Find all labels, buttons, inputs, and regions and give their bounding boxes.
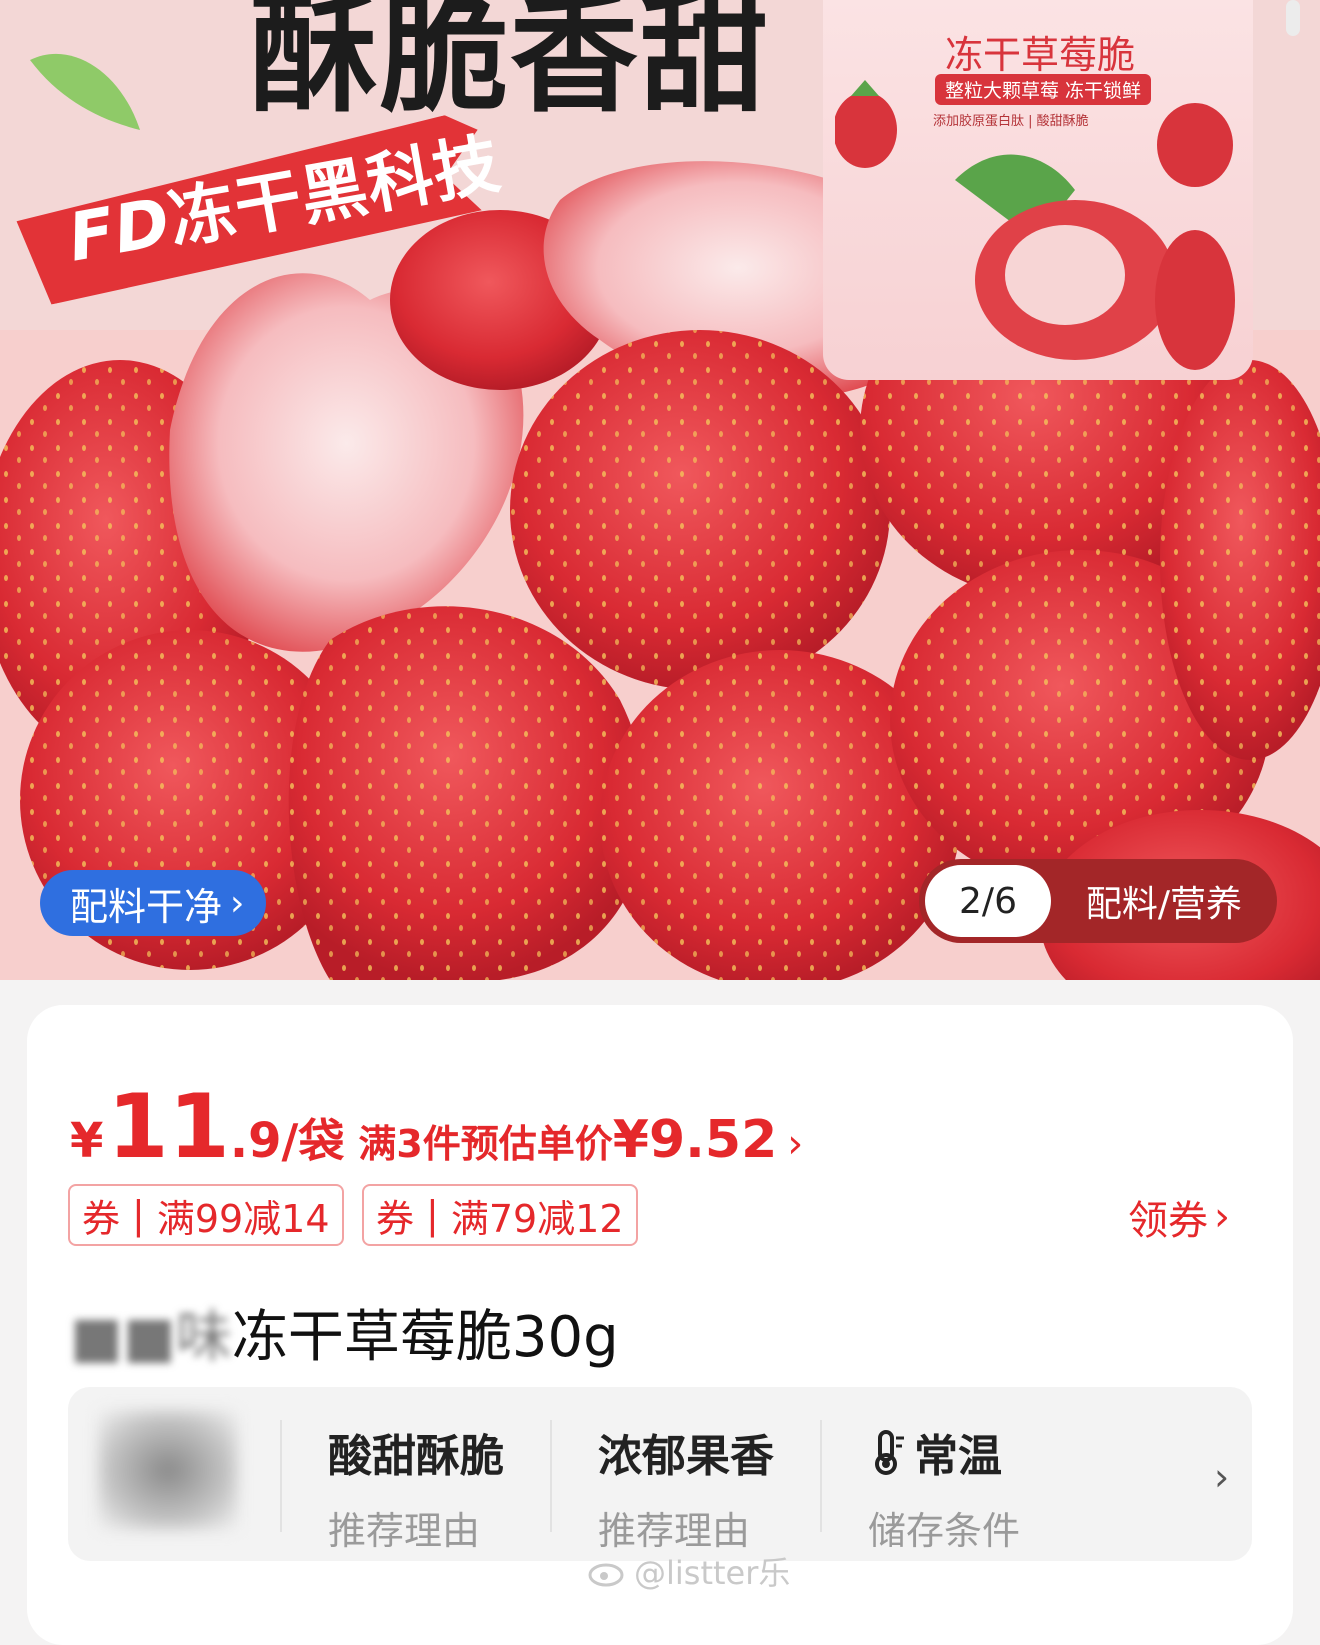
attribute-item: 酸甜酥脆 推荐理由 bbox=[328, 1420, 504, 1555]
bulk-promo-text: 满3件预估单价 bbox=[358, 1122, 613, 1166]
price-decimal: .9 bbox=[229, 1113, 282, 1169]
fd-mark: FD bbox=[62, 183, 177, 277]
blurred-attribute bbox=[98, 1410, 238, 1530]
attribute-item: 常温 储存条件 bbox=[868, 1420, 1020, 1555]
weibo-icon bbox=[588, 1563, 624, 1587]
coupon-chip[interactable]: 券 | 满99减14 bbox=[68, 1184, 344, 1246]
package-title: 冻干草莓脆 bbox=[945, 33, 1136, 77]
chevron-right-icon[interactable]: › bbox=[1214, 1455, 1229, 1499]
get-coupon-button[interactable]: 领券 › bbox=[1128, 1188, 1230, 1246]
scrollbar[interactable] bbox=[1286, 0, 1300, 36]
package-subtitle: 整粒大颗草莓 冻干锁鲜 bbox=[935, 74, 1152, 105]
attribute-divider bbox=[820, 1420, 822, 1532]
bulk-promo-price: ¥9.52 bbox=[612, 1110, 778, 1170]
watermark-text: @listter乐 bbox=[634, 1554, 791, 1592]
price-integer: 11 bbox=[107, 1075, 230, 1178]
product-image-carousel[interactable]: 冻干草莓脆 整粒大颗草莓 冻干锁鲜 添加胶原蛋白肽 | 酸甜酥脆 酥脆香甜 FD… bbox=[0, 0, 1320, 980]
coupon-divider: | bbox=[426, 1193, 439, 1237]
attribute-value: 浓郁果香 bbox=[598, 1431, 774, 1482]
tab-ingredients-nutrition[interactable]: 配料/营养 bbox=[1051, 875, 1277, 927]
product-title: ■■味冻干草莓脆30g bbox=[70, 1292, 619, 1373]
thermometer-icon bbox=[875, 1430, 904, 1475]
get-coupon-label: 领券 bbox=[1128, 1198, 1208, 1244]
pager-count[interactable]: 2/6 bbox=[925, 865, 1051, 937]
coupon-text: 满99减14 bbox=[156, 1196, 330, 1241]
price-currency: ¥ bbox=[70, 1113, 104, 1169]
hero-headline: 酥脆香甜 bbox=[250, 0, 771, 130]
attribute-label: 推荐理由 bbox=[328, 1509, 481, 1553]
coupon-tag: 券 bbox=[82, 1196, 121, 1241]
attribute-divider bbox=[280, 1420, 282, 1532]
attribute-value-row: 常温 bbox=[868, 1420, 1020, 1484]
coupon-text: 满79减12 bbox=[450, 1196, 624, 1241]
attribute-value: 酸甜酥脆 bbox=[328, 1431, 504, 1482]
attribute-divider bbox=[550, 1420, 552, 1532]
chevron-right-icon: › bbox=[230, 882, 245, 924]
ingredients-pill-label: 配料干净 bbox=[70, 884, 223, 929]
chevron-right-icon: › bbox=[1214, 1194, 1230, 1240]
chevron-right-icon: › bbox=[787, 1121, 804, 1167]
attribute-value: 常温 bbox=[914, 1431, 1002, 1482]
attribute-item: 浓郁果香 推荐理由 bbox=[598, 1420, 774, 1555]
coupon-chip[interactable]: 券 | 满79减12 bbox=[362, 1184, 638, 1246]
attribute-label: 推荐理由 bbox=[598, 1509, 751, 1553]
ingredients-clean-pill[interactable]: 配料干净 › bbox=[40, 870, 267, 936]
image-pager[interactable]: 2/6 配料/营养 bbox=[919, 859, 1277, 943]
price-unit: /袋 bbox=[281, 1114, 345, 1168]
coupon-divider: | bbox=[132, 1193, 145, 1237]
coupon-tag: 券 bbox=[376, 1196, 415, 1241]
package-features: 添加胶原蛋白肽 | 酸甜酥脆 bbox=[933, 114, 1089, 129]
price-row[interactable]: ¥ 11 .9 /袋 满3件预估单价 ¥9.52 › bbox=[70, 1075, 803, 1178]
product-title-text: 冻干草莓脆30g bbox=[231, 1305, 619, 1370]
watermark: @listter乐 bbox=[588, 1548, 790, 1594]
attribute-label: 储存条件 bbox=[868, 1509, 1021, 1553]
blurred-brand-text: ■■味 bbox=[70, 1305, 232, 1370]
